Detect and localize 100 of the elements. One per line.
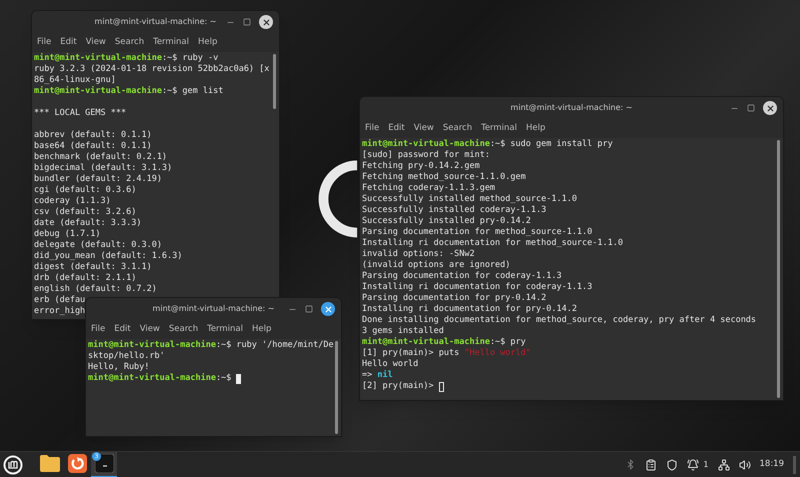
menu-item[interactable]: Terminal (207, 323, 243, 336)
terminal-text: Successfully installed pry-0.14.2 (362, 216, 531, 227)
terminal-text: Fetching method_source-1.1.0.gem (362, 172, 526, 183)
menu-item[interactable]: Edit (60, 36, 77, 49)
scrollbar-thumb[interactable] (777, 140, 780, 398)
terminal-text: mint@mint-virtual-machine (34, 53, 162, 64)
network-icon[interactable] (718, 458, 730, 470)
menu-item[interactable]: View (140, 323, 160, 336)
close-icon (324, 304, 332, 314)
bluetooth-icon[interactable] (625, 459, 636, 470)
terminal-text: drb (default: 2.1.1) (34, 273, 136, 284)
menu-item[interactable]: Help (198, 36, 218, 49)
menu-item[interactable]: File (91, 323, 106, 336)
terminal-text: [1] pry(main)> puts (362, 348, 460, 359)
terminal-text: Successfully installed coderay-1.1.3 (362, 205, 546, 216)
terminal-text: Parsing documentation for pry-0.14.2 (362, 293, 546, 304)
terminal-text: did_you_mean (default: 1.6.3) (34, 251, 182, 262)
terminal-text: Fetching pry-0.14.2.gem (362, 161, 480, 172)
terminal-text: abbrev (default: 0.1.1) (34, 130, 152, 141)
menu-item[interactable]: Help (252, 323, 272, 336)
terminal-text: mint@mint-virtual-machine (362, 337, 490, 348)
terminal-text: [2] pry(main)> (362, 381, 435, 392)
terminal-text: bundler (default: 2.4.19) (34, 174, 162, 185)
terminal-text: => (362, 370, 374, 381)
terminal-text: mint@mint-virtual-machine (88, 340, 216, 351)
terminal-text: base64 (default: 0.1.1) (34, 141, 152, 152)
maximize-icon[interactable] (243, 18, 251, 26)
terminal-text: Hello world (362, 359, 418, 370)
terminal-text: sktop/hello.rb' (88, 351, 165, 362)
terminal-text: Hello, Ruby! (88, 362, 150, 373)
terminal-text: :~$ (216, 373, 232, 384)
terminal-text: Fetching coderay-1.1.3.gem (362, 183, 496, 194)
clock[interactable]: 18:19 (760, 458, 784, 471)
menu-item[interactable]: File (37, 36, 52, 49)
terminal-text: error_high (34, 306, 86, 317)
volume-icon[interactable] (738, 458, 750, 470)
window-title: mint@mint-virtual-machine: ~ (152, 303, 274, 315)
terminal-text: Successfully installed method_source-1.1.0 (362, 194, 577, 205)
terminal-text: Parsing documentation for method_source-1.1.0 (362, 227, 592, 238)
maximize-icon[interactable] (305, 305, 313, 313)
close-button[interactable] (259, 15, 273, 29)
terminal-text: erb (defau (34, 295, 86, 306)
terminal-text: :~$ gem list (162, 86, 224, 97)
terminal-text: :~$ sudo gem install pry (490, 139, 613, 150)
window-title: mint@mint-virtual-machine: ~ (94, 16, 216, 28)
terminal-text: [sudo] password for mint: (362, 150, 490, 161)
menu-item[interactable]: Edit (114, 323, 131, 336)
menu-item[interactable]: Search (114, 36, 144, 49)
menu-item[interactable]: Search (442, 122, 472, 135)
terminal-text: *** LOCAL GEMS *** (34, 108, 126, 119)
scrollbar-thumb[interactable] (335, 341, 338, 434)
terminal-text: cgi (default: 0.3.6) (34, 185, 136, 196)
terminal-text: ruby 3.2.3 (2024-01-18 revision 52bb2ac0a6) [x (34, 64, 270, 75)
terminal-text: (invalid options are ignored) (362, 260, 510, 271)
terminal-text: mint@mint-virtual-machine (88, 373, 216, 384)
close-icon (262, 18, 270, 26)
terminal-text: delegate (default: 0.3.0) (34, 240, 162, 251)
maximize-icon[interactable] (747, 104, 755, 112)
terminal-text: date (default: 3.3.3) (34, 218, 142, 229)
terminal-text: "Hello world" (464, 348, 531, 359)
close-icon (766, 104, 774, 112)
terminal-text: digest (default: 3.1.1) (34, 262, 152, 273)
terminal-text: debug (1.7.1) (34, 229, 101, 240)
folder-icon (40, 455, 60, 472)
terminal-text: 86_64-linux-gnu] (34, 75, 116, 86)
window-title: mint@mint-virtual-machine: ~ (510, 102, 632, 114)
terminal-icon (94, 454, 114, 473)
menu-item[interactable]: Search (168, 323, 198, 336)
terminal-text: mint@mint-virtual-machine (362, 139, 490, 150)
menu-item[interactable]: Edit (388, 122, 405, 135)
close-button[interactable] (321, 302, 335, 316)
close-button[interactable] (763, 101, 777, 115)
terminal-text: nil (377, 370, 393, 381)
terminal-text: :~$ pry (490, 337, 526, 348)
terminal-text: invalid options: -SNw2 (362, 249, 475, 260)
terminal-text: bigdecimal (default: 3.1.3) (34, 163, 172, 174)
terminal-text: Parsing documentation for coderay-1.1.3 (362, 271, 562, 282)
terminal-text: Done installing documentation for method_source, coderay, pry after 4 seconds (362, 315, 756, 326)
terminal-text: Installing ri documentation for method_source-1.1.0 (362, 238, 623, 249)
terminal-text: coderay (1.1.3) (34, 196, 111, 207)
menu-item[interactable]: Terminal (153, 36, 189, 49)
terminal-text: csv (default: 3.2.6) (34, 207, 136, 218)
terminal-text: benchmark (default: 0.2.1) (34, 152, 168, 163)
scrollbar-thumb[interactable] (273, 54, 276, 109)
menu-item[interactable]: File (365, 122, 380, 135)
terminal-text: :~$ ruby '/home/mint/De (216, 340, 334, 351)
shield-icon[interactable] (666, 458, 678, 470)
terminal-text: 3 gems installed (362, 326, 444, 337)
terminal-text: :~$ ruby -v (162, 53, 218, 64)
clipboard-icon[interactable] (645, 458, 658, 470)
menu-logo-icon[interactable] (3, 454, 23, 474)
terminal-text: Installing ri documentation for pry-0.14.2 (362, 304, 577, 315)
notification-count: 1 (703, 458, 708, 470)
notification-icon[interactable] (687, 458, 700, 470)
menu-item[interactable]: View (86, 36, 106, 49)
menu-item[interactable]: Terminal (481, 122, 517, 135)
menu-item[interactable]: Help (526, 122, 546, 135)
menu-item[interactable]: View (414, 122, 434, 135)
terminal-text: mint@mint-virtual-machine (34, 86, 162, 97)
terminal-text: english (default: 0.7.2) (34, 284, 157, 295)
